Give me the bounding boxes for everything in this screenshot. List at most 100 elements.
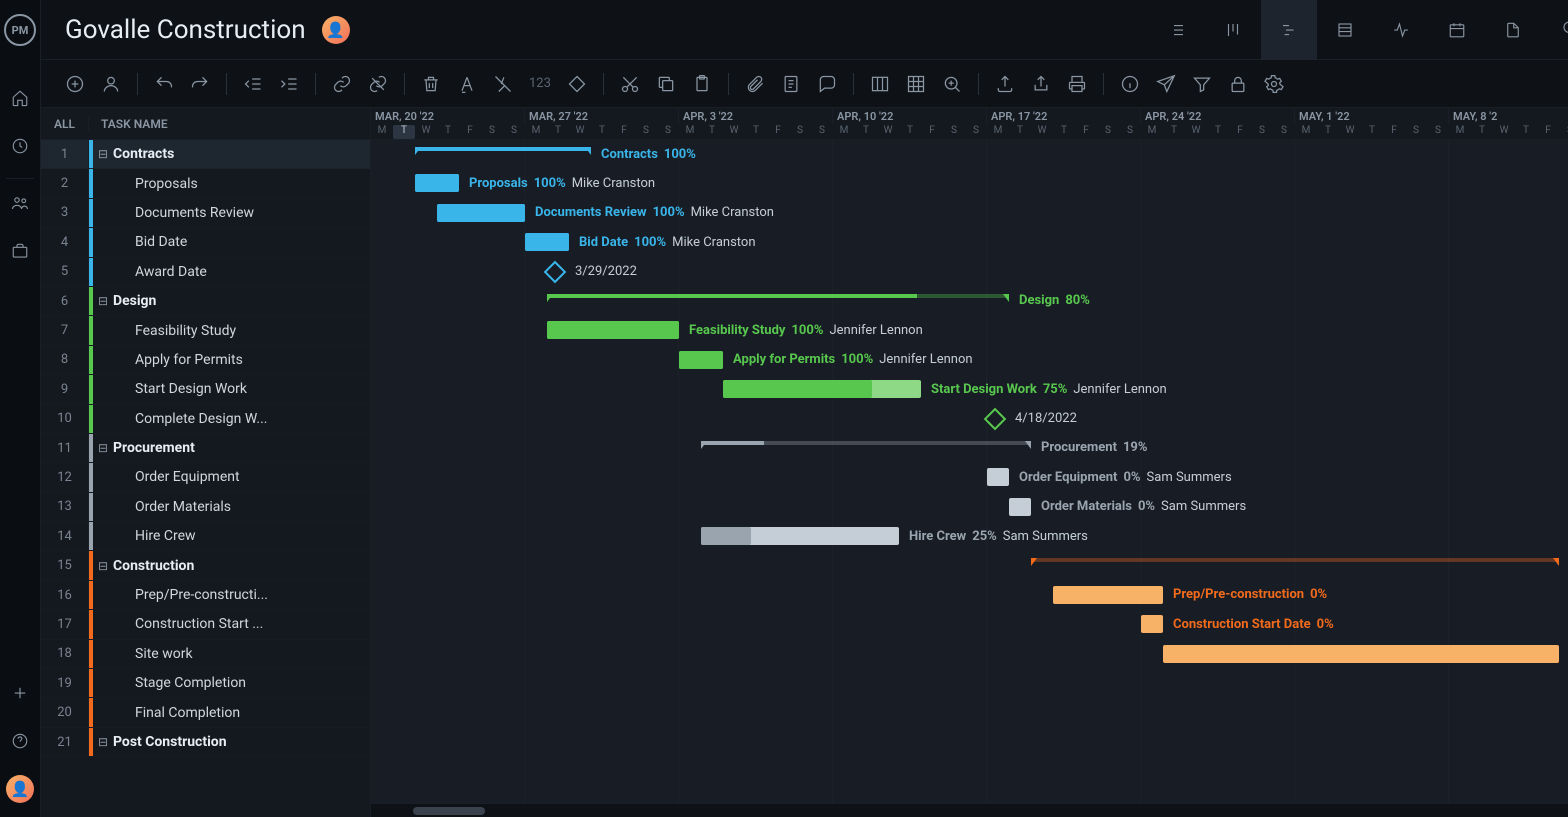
task-row[interactable]: 12 Order Equipment	[41, 463, 370, 492]
home-icon[interactable]	[0, 78, 40, 118]
gantt-row	[371, 640, 1568, 669]
summary-bar[interactable]	[1031, 558, 1559, 566]
task-row[interactable]: 20 Final Completion	[41, 698, 370, 727]
gantt-row: Procurement19%	[371, 434, 1568, 463]
view-files-icon[interactable]	[1485, 0, 1541, 60]
task-row[interactable]: 15 ⊟ Construction	[41, 551, 370, 580]
task-bar[interactable]	[1009, 498, 1031, 516]
task-row[interactable]: 16 Prep/Pre-constructi...	[41, 581, 370, 610]
summary-bar[interactable]	[701, 441, 1031, 449]
task-row[interactable]: 1 ⊟ Contracts	[41, 140, 370, 169]
task-row[interactable]: 19 Stage Completion	[41, 669, 370, 698]
recent-icon[interactable]	[0, 126, 40, 166]
info-icon[interactable]	[1120, 74, 1140, 94]
task-bar[interactable]	[723, 380, 921, 398]
task-bar[interactable]	[437, 204, 525, 222]
view-calendar-icon[interactable]	[1429, 0, 1485, 60]
indent-icon[interactable]	[279, 74, 299, 94]
task-row[interactable]: 6 ⊟ Design	[41, 287, 370, 316]
search-icon[interactable]	[1561, 19, 1568, 41]
add-task-icon[interactable]	[65, 74, 85, 94]
task-bar[interactable]	[987, 468, 1009, 486]
gantt-row: Order Materials0%Sam Summers	[371, 493, 1568, 522]
cut-icon[interactable]	[620, 74, 640, 94]
horizontal-scrollbar[interactable]	[371, 803, 1568, 817]
task-bar[interactable]	[1163, 645, 1559, 663]
task-row[interactable]: 18 Site work	[41, 640, 370, 669]
task-row[interactable]: 4 Bid Date	[41, 228, 370, 257]
notes-icon[interactable]	[781, 74, 801, 94]
view-sheet-icon[interactable]	[1317, 0, 1373, 60]
copy-icon[interactable]	[656, 74, 676, 94]
milestone-marker[interactable]	[544, 260, 567, 283]
gantt-row: Start Design Work75%Jennifer Lennon	[371, 375, 1568, 404]
print-icon[interactable]	[1067, 74, 1087, 94]
gantt-row: Order Equipment0%Sam Summers	[371, 463, 1568, 492]
gantt-row: Bid Date100%Mike Cranston	[371, 228, 1568, 257]
lock-icon[interactable]	[1228, 74, 1248, 94]
settings-icon[interactable]	[1264, 74, 1284, 94]
milestone-icon[interactable]	[567, 74, 587, 94]
text-style-icon[interactable]	[457, 74, 477, 94]
team-icon[interactable]	[0, 183, 40, 223]
clear-format-icon[interactable]	[493, 74, 513, 94]
milestone-marker[interactable]	[984, 407, 1007, 430]
task-row[interactable]: 11 ⊟ Procurement	[41, 434, 370, 463]
filter-icon[interactable]	[1192, 74, 1212, 94]
task-bar[interactable]	[525, 233, 569, 251]
portfolio-icon[interactable]	[0, 231, 40, 271]
undo-icon[interactable]	[154, 74, 174, 94]
redo-icon[interactable]	[190, 74, 210, 94]
comment-icon[interactable]	[817, 74, 837, 94]
task-row[interactable]: 14 Hire Crew	[41, 522, 370, 551]
task-row[interactable]: 2 Proposals	[41, 169, 370, 198]
project-avatar[interactable]: 👤	[322, 16, 350, 44]
zoom-icon[interactable]	[942, 74, 962, 94]
app-logo[interactable]: PM	[4, 14, 36, 46]
send-icon[interactable]	[1156, 74, 1176, 94]
add-icon[interactable]	[0, 673, 40, 713]
gantt-chart: MAR, 20 '22MAR, 27 '22APR, 3 '22APR, 10 …	[371, 108, 1568, 817]
summary-bar[interactable]	[415, 147, 591, 155]
task-row[interactable]: 17 Construction Start ...	[41, 610, 370, 639]
user-avatar[interactable]: 👤	[0, 769, 40, 809]
attachment-icon[interactable]	[745, 74, 765, 94]
outdent-icon[interactable]	[243, 74, 263, 94]
task-row[interactable]: 3 Documents Review	[41, 199, 370, 228]
view-gantt-icon[interactable]	[1261, 0, 1317, 60]
task-bar[interactable]	[1141, 615, 1163, 633]
assign-icon[interactable]	[101, 74, 121, 94]
task-bar[interactable]	[701, 527, 899, 545]
summary-bar[interactable]	[547, 294, 1009, 302]
task-row[interactable]: 8 Apply for Permits	[41, 346, 370, 375]
task-row[interactable]: 9 Start Design Work	[41, 375, 370, 404]
task-bar[interactable]	[679, 351, 723, 369]
column-taskname[interactable]: TASK NAME	[89, 117, 370, 131]
task-bar[interactable]	[415, 174, 459, 192]
gantt-row: Design80%	[371, 287, 1568, 316]
paste-icon[interactable]	[692, 74, 712, 94]
columns-icon[interactable]	[870, 74, 890, 94]
gantt-row: Documents Review100%Mike Cranston	[371, 199, 1568, 228]
help-icon[interactable]	[0, 721, 40, 761]
view-list-icon[interactable]	[1149, 0, 1205, 60]
task-row[interactable]: 21 ⊟ Post Construction	[41, 728, 370, 757]
task-row[interactable]: 5 Award Date	[41, 258, 370, 287]
gantt-row	[371, 698, 1568, 727]
task-bar[interactable]	[547, 321, 679, 339]
column-all[interactable]: ALL	[41, 117, 89, 131]
unlink-icon[interactable]	[368, 74, 388, 94]
link-icon[interactable]	[332, 74, 352, 94]
view-board-icon[interactable]	[1205, 0, 1261, 60]
grid-icon[interactable]	[906, 74, 926, 94]
task-row[interactable]: 10 Complete Design W...	[41, 405, 370, 434]
project-title: Govalle Construction	[65, 15, 306, 45]
delete-icon[interactable]	[421, 74, 441, 94]
task-bar[interactable]	[1053, 586, 1163, 604]
task-row[interactable]: 7 Feasibility Study	[41, 316, 370, 345]
gantt-row	[371, 669, 1568, 698]
view-activity-icon[interactable]	[1373, 0, 1429, 60]
share-icon[interactable]	[1031, 74, 1051, 94]
export-icon[interactable]	[995, 74, 1015, 94]
task-row[interactable]: 13 Order Materials	[41, 493, 370, 522]
